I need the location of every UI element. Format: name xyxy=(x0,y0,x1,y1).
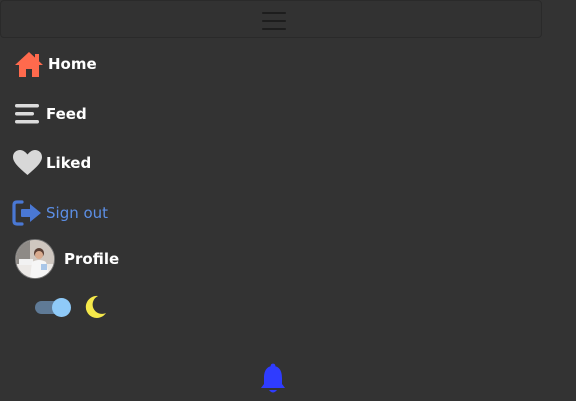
nav-item-label: Feed xyxy=(46,105,87,123)
heart-icon xyxy=(12,148,44,178)
nav-item-label: Sign out xyxy=(46,204,109,222)
app-root: Home Feed Liked Sign out Profile xyxy=(0,0,576,401)
home-icon xyxy=(12,49,46,79)
nav-item-label: Liked xyxy=(46,154,92,172)
nav-item-sign-out[interactable]: Sign out xyxy=(12,196,108,230)
nav-item-label: Profile xyxy=(64,250,120,268)
nav-item-label: Home xyxy=(48,55,97,73)
top-bar xyxy=(0,0,542,38)
theme-toggle-row xyxy=(35,294,108,320)
nav-item-feed[interactable]: Feed xyxy=(12,97,87,131)
nav-item-home[interactable]: Home xyxy=(12,47,97,81)
moon-icon xyxy=(82,294,108,320)
toggle-knob xyxy=(52,298,71,317)
feed-lines-icon xyxy=(12,99,44,129)
sign-out-icon xyxy=(12,198,44,228)
hamburger-menu-icon[interactable] xyxy=(262,10,286,32)
dark-mode-toggle[interactable] xyxy=(35,298,73,317)
nav-item-liked[interactable]: Liked xyxy=(12,146,91,180)
bell-icon[interactable] xyxy=(258,363,288,395)
avatar xyxy=(15,239,55,279)
nav-item-profile[interactable]: Profile xyxy=(12,239,120,279)
